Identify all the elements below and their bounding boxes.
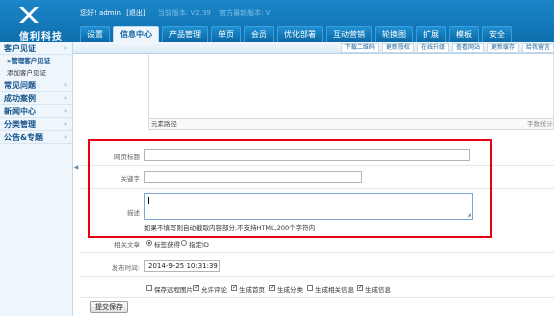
highlight-box bbox=[88, 139, 492, 238]
checkbox-generate-related[interactable] bbox=[307, 285, 313, 291]
current-version: 当前版本: V2.39 bbox=[157, 9, 211, 17]
radio-specific-id[interactable] bbox=[181, 240, 187, 246]
chevron-right-icon: › bbox=[64, 81, 67, 89]
view-site-link[interactable]: 查看网站 bbox=[451, 43, 484, 53]
sidebar: 客户见证 › »管理客户见证 添加客户见证 常见问题 › 成功案例 › 新闻中心… bbox=[0, 42, 73, 316]
submit-save-button[interactable]: 提交保存 bbox=[90, 301, 128, 313]
sidebar-item-label: 客户见证 bbox=[4, 44, 36, 53]
sidebar-item-categories[interactable]: 分类管理 › bbox=[0, 118, 72, 131]
chevron-right-icon: › bbox=[64, 94, 67, 102]
update-cache-link[interactable]: 更新缓存 bbox=[486, 43, 519, 53]
checkbox-generate-home[interactable] bbox=[231, 284, 237, 292]
tab-products[interactable]: 产品管理 bbox=[162, 26, 208, 42]
tab-info-center[interactable]: 信息中心 bbox=[113, 26, 159, 42]
sidebar-item-faq[interactable]: 常见问题 › bbox=[0, 79, 72, 92]
sub-toolbar: ⌂ 下载二维码 更新授权 在线升级 查看网站 更新缓存 给我留言 bbox=[60, 42, 554, 54]
tab-seo[interactable]: 优化部署 bbox=[277, 26, 323, 42]
tab-templates[interactable]: 模板 bbox=[449, 26, 479, 42]
sidebar-sub-add-testimonial[interactable]: 添加客户见证 bbox=[0, 67, 72, 79]
checkbox-generate-category-label: 生成分类 bbox=[277, 286, 303, 294]
sidebar-item-announcements[interactable]: 公告&专题 › bbox=[0, 131, 72, 144]
logo-mark-icon bbox=[19, 7, 39, 23]
checkbox-generate-info[interactable] bbox=[357, 284, 363, 292]
publish-time-row: 发布时间: 2014-9-25 10:31:39 bbox=[80, 259, 554, 273]
checkbox-generate-related-label: 生成相关信息 bbox=[315, 286, 354, 294]
sidebar-item-label: 成功案例 bbox=[4, 94, 36, 103]
tab-settings[interactable]: 设置 bbox=[80, 26, 110, 42]
sidebar-item-label: 常见问题 bbox=[4, 81, 36, 90]
sidebar-item-label: 公告&专题 bbox=[4, 133, 43, 142]
logo: 信利科技 bbox=[6, 3, 76, 43]
checkbox-allow-comments[interactable] bbox=[193, 284, 199, 292]
collapse-left-icon[interactable]: ◀ bbox=[73, 160, 79, 176]
tab-security[interactable]: 安全 bbox=[482, 26, 512, 42]
latest-version: 官方最新版本: V bbox=[219, 9, 271, 17]
top-header: 信利科技 您好! admin [退出] 当前版本: V2.39 官方最新版本: … bbox=[0, 0, 554, 43]
sidebar-item-cases[interactable]: 成功案例 › bbox=[0, 92, 72, 105]
chevron-right-icon: › bbox=[64, 44, 67, 52]
element-path-label: 元素路径 bbox=[151, 120, 177, 128]
radio-specific-id-label: 指定ID bbox=[189, 241, 209, 249]
toolbar-links: 下载二维码 更新授权 在线升级 查看网站 更新缓存 给我留言 bbox=[340, 43, 554, 53]
tab-members[interactable]: 会员 bbox=[244, 26, 274, 42]
related-row: 相关文章 标签获得 指定ID bbox=[80, 237, 554, 249]
logout-link[interactable]: [退出] bbox=[126, 9, 145, 17]
sidebar-item-label: 分类管理 bbox=[4, 120, 36, 129]
username-link[interactable]: admin bbox=[99, 9, 121, 17]
top-info: 您好! admin [退出] 当前版本: V2.39 官方最新版本: V bbox=[80, 8, 270, 18]
tab-slideshow[interactable]: 轮换图 bbox=[375, 26, 413, 42]
word-count-label: 字数统计 bbox=[527, 120, 553, 128]
rich-text-editor-area[interactable] bbox=[148, 54, 554, 118]
tab-pages[interactable]: 单页 bbox=[211, 26, 241, 42]
chevron-right-icon: › bbox=[64, 133, 67, 141]
checkbox-generate-home-label: 生成首页 bbox=[239, 286, 265, 294]
update-license-link[interactable]: 更新授权 bbox=[381, 43, 414, 53]
radio-tag-source[interactable] bbox=[146, 240, 152, 246]
chevron-right-icon: › bbox=[64, 120, 67, 128]
row-divider bbox=[80, 252, 554, 253]
sidebar-item-news[interactable]: 新闻中心 › bbox=[0, 105, 72, 118]
checkbox-allow-comments-label: 允许评论 bbox=[201, 286, 227, 294]
download-qrcode-link[interactable]: 下载二维码 bbox=[340, 43, 379, 53]
publish-time-input[interactable]: 2014-9-25 10:31:39 bbox=[144, 260, 220, 272]
tab-extensions[interactable]: 扩展 bbox=[416, 26, 446, 42]
options-row: 保存远程图片 允许评论 生成首页 生成分类 生成相关信息 生成信息 bbox=[80, 282, 554, 294]
editor-status-bar: 元素路径 字数统计 bbox=[148, 118, 554, 130]
publish-time-label: 发布时间: bbox=[111, 264, 140, 272]
row-divider bbox=[80, 276, 554, 277]
row-divider bbox=[80, 297, 554, 298]
checkbox-generate-info-label: 生成信息 bbox=[365, 286, 391, 294]
tab-marketing[interactable]: 互动营销 bbox=[326, 26, 372, 42]
sidebar-item-testimonials[interactable]: 客户见证 › bbox=[0, 42, 72, 55]
sidebar-sub-manage-testimonials[interactable]: »管理客户见证 bbox=[0, 55, 72, 67]
checkbox-save-remote-images[interactable] bbox=[146, 285, 152, 291]
logo-text: 信利科技 bbox=[19, 32, 63, 43]
checkbox-save-remote-images-label: 保存远程图片 bbox=[154, 286, 193, 294]
checkbox-generate-category[interactable] bbox=[269, 284, 275, 292]
leave-message-link[interactable]: 给我留言 bbox=[521, 43, 554, 53]
online-upgrade-link[interactable]: 在线升级 bbox=[416, 43, 449, 53]
radio-tag-source-label: 标签获得 bbox=[154, 241, 180, 249]
related-label: 相关文章 bbox=[114, 241, 140, 249]
sidebar-item-label: 新闻中心 bbox=[4, 107, 36, 116]
main-nav: 设置 信息中心 产品管理 单页 会员 优化部署 互动营销 轮换图 扩展 模板 安… bbox=[80, 26, 512, 42]
greeting: 您好! bbox=[80, 9, 100, 17]
chevron-right-icon: › bbox=[64, 107, 67, 115]
